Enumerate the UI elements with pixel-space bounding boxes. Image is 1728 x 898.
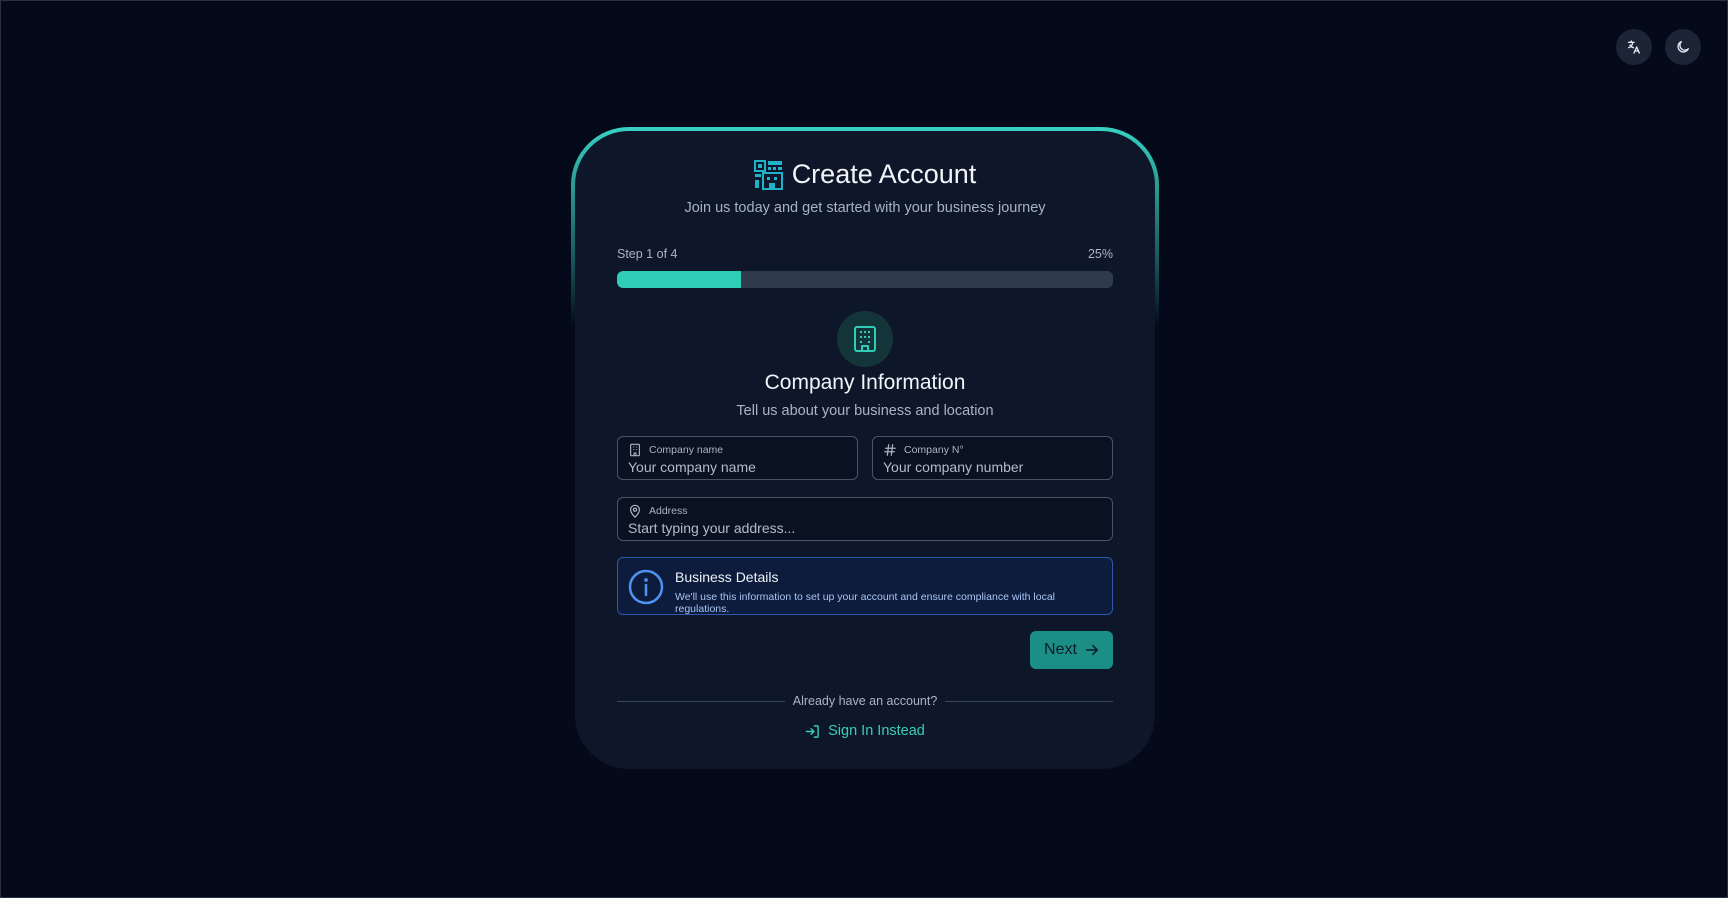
building-icon	[854, 326, 876, 352]
app-frame: Create Account Join us today and get sta…	[0, 0, 1728, 898]
page-subtitle: Join us today and get started with your …	[684, 200, 1046, 216]
info-icon	[628, 569, 664, 605]
info-title: Business Details	[675, 569, 779, 585]
title-row: Create Account	[575, 159, 1155, 190]
company-name-input[interactable]	[628, 457, 847, 475]
signin-divider: Already have an account?	[617, 694, 1114, 708]
hash-icon	[884, 444, 896, 456]
log-in-icon	[805, 724, 819, 738]
address-input[interactable]	[628, 518, 1102, 536]
next-button[interactable]: Next	[1030, 631, 1113, 669]
business-details-notice: Business Details We'll use this informat…	[617, 557, 1113, 615]
section-icon-badge	[837, 311, 893, 367]
company-number-field[interactable]: Company N°	[872, 436, 1113, 480]
sign-in-link[interactable]: Sign In Instead	[575, 723, 1155, 739]
arrow-right-icon	[1085, 644, 1098, 656]
sign-in-label: Sign In Instead	[828, 723, 925, 739]
step-label: Step 1 of 4	[617, 247, 678, 261]
qr-building-logo-icon	[753, 159, 783, 190]
address-field[interactable]: Address	[617, 497, 1113, 541]
progress-bar	[617, 271, 1113, 288]
percent-label: 25%	[1087, 247, 1113, 261]
language-button[interactable]	[1616, 29, 1652, 65]
company-number-input[interactable]	[883, 457, 1102, 475]
translate-icon	[1628, 40, 1640, 54]
already-have-account-text: Already have an account?	[792, 694, 938, 708]
section-title: Company Information	[764, 371, 966, 394]
company-name-label: Company name	[649, 444, 724, 456]
progress-fill	[617, 271, 741, 288]
building-small-icon	[630, 443, 640, 457]
divider-line-left	[617, 700, 785, 702]
divider-line-right	[945, 700, 1114, 702]
signup-card: Create Account Join us today and get sta…	[575, 131, 1155, 769]
company-name-field[interactable]: Company name	[617, 436, 858, 480]
address-label: Address	[649, 505, 688, 517]
moon-icon	[1677, 41, 1689, 53]
section-subtitle: Tell us about your business and location	[736, 403, 994, 419]
page-title: Create Account	[791, 159, 977, 189]
map-pin-icon	[630, 504, 640, 518]
company-number-label: Company N°	[904, 444, 964, 456]
info-text: We'll use this information to set up you…	[675, 591, 1056, 615]
theme-toggle-button[interactable]	[1665, 29, 1701, 65]
next-button-label: Next	[1044, 641, 1077, 658]
progress-labels: Step 1 of 4 25%	[617, 247, 1113, 261]
